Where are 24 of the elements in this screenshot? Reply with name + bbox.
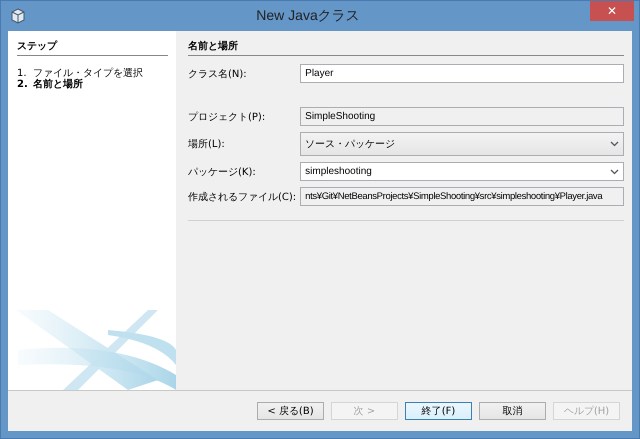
field-label: プロジェクト(P): <box>188 110 266 124</box>
field-label: 場所(L): <box>188 138 226 151</box>
step-number: 2. <box>17 79 29 90</box>
window-title: New Javaクラス <box>255 7 361 25</box>
chevron-down-icon <box>610 141 619 147</box>
step-label: ファイル・タイプを選択 <box>33 68 143 79</box>
close-button[interactable]: ✕ <box>590 1 634 21</box>
input-field[interactable]: SimpleShooting <box>300 107 624 126</box>
chevron-down-icon <box>610 168 619 174</box>
steps-heading: ステップ <box>17 39 168 56</box>
section-heading: 名前と場所 <box>188 39 624 56</box>
dropdown-field[interactable]: ソース・パッケージ <box>300 132 624 156</box>
field-label: クラス名(N): <box>188 68 248 80</box>
step-label: 名前と場所 <box>33 79 83 90</box>
step-number: 1. <box>17 68 28 79</box>
input-field[interactable]: Player <box>300 64 624 83</box>
dialog-button[interactable]: < 戻る(B) <box>257 402 324 420</box>
dialog-button[interactable]: 終了(F) <box>405 402 472 420</box>
input-field[interactable]: nts¥Git¥NetBeansProjects¥SimpleShooting¥src¥simpleshooting¥Player.java <box>300 187 624 206</box>
cube-icon <box>10 8 26 24</box>
field-label: パッケージ(K): <box>188 166 257 178</box>
dropdown-field[interactable]: simpleshooting <box>300 162 624 181</box>
dialog-button[interactable]: 取消 <box>479 402 546 420</box>
field-label: 作成されるファイル(C): <box>188 190 296 204</box>
